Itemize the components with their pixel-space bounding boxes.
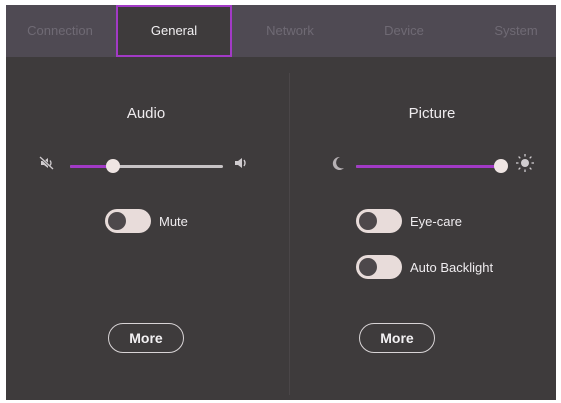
speaker-icon: [233, 155, 251, 176]
moon-icon: [330, 155, 346, 176]
mute-label: Mute: [159, 214, 188, 229]
tab-device[interactable]: Device: [348, 5, 460, 57]
brightness-slider-handle[interactable]: [494, 159, 508, 173]
eye-care-label: Eye-care: [410, 214, 463, 229]
panel-divider: [289, 73, 290, 395]
eye-care-toggle[interactable]: [356, 209, 402, 233]
audio-more-button[interactable]: More: [108, 323, 184, 353]
tab-bar: Connection General Network Device System: [6, 5, 556, 57]
brightness-slider[interactable]: [356, 159, 508, 173]
mute-toggle-thumb: [108, 212, 126, 230]
speaker-muted-icon: [39, 155, 55, 176]
tab-network[interactable]: Network: [232, 5, 348, 57]
audio-heading: Audio: [126, 105, 166, 122]
mute-toggle[interactable]: [105, 209, 151, 233]
tab-general[interactable]: General: [116, 5, 232, 57]
auto-backlight-toggle-thumb: [359, 258, 377, 276]
sun-icon: [515, 153, 535, 178]
volume-slider-handle[interactable]: [105, 159, 120, 173]
auto-backlight-label: Auto Backlight: [410, 260, 494, 275]
tab-system[interactable]: System: [476, 5, 556, 57]
volume-slider[interactable]: [70, 159, 223, 173]
brightness-slider-fill: [356, 165, 501, 168]
eye-care-toggle-thumb: [359, 212, 377, 230]
auto-backlight-toggle[interactable]: [356, 255, 402, 279]
picture-heading: Picture: [408, 105, 456, 122]
settings-window: Connection General Network Device System…: [6, 5, 556, 400]
tab-connection[interactable]: Connection: [6, 5, 114, 57]
picture-more-button[interactable]: More: [359, 323, 435, 353]
